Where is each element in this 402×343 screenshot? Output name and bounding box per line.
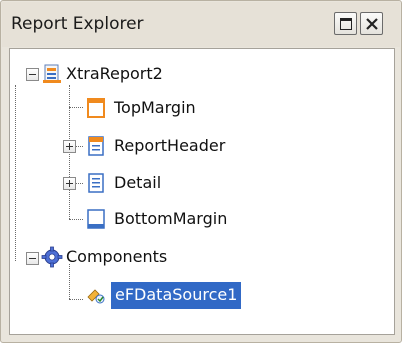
report-explorer-panel: Report Explorer XtraReport2 TopMargin Re…: [0, 0, 402, 343]
tree-node-label-detail[interactable]: Detail: [114, 172, 161, 194]
collapse-toggle-components[interactable]: [26, 252, 39, 265]
tree-connector: [69, 219, 83, 220]
report-tree[interactable]: XtraReport2 TopMargin ReportHeader Detai…: [9, 48, 395, 335]
data-source-icon: [87, 289, 105, 304]
bottom-margin-band-icon: [87, 209, 105, 229]
tree-connector: [69, 299, 83, 300]
tree-node-label-efdatasource1[interactable]: eFDataSource1: [111, 282, 242, 309]
detail-band-icon: [88, 173, 104, 193]
tree-connector: [69, 264, 70, 299]
expand-toggle-reportheader[interactable]: [63, 140, 76, 153]
tree-node-label-topmargin[interactable]: TopMargin: [114, 97, 196, 119]
close-button[interactable]: [360, 12, 383, 35]
expand-toggle-detail[interactable]: [63, 177, 76, 190]
collapse-toggle-root[interactable]: [26, 68, 39, 81]
top-margin-band-icon: [87, 98, 105, 118]
tree-connector: [69, 107, 83, 108]
tree-connector: [15, 85, 16, 261]
panel-title: Report Explorer: [11, 14, 144, 34]
maximize-button[interactable]: [334, 12, 357, 35]
tree-node-label-xtrareport2[interactable]: XtraReport2: [66, 63, 163, 85]
tree-node-label-bottommargin[interactable]: BottomMargin: [114, 208, 227, 230]
maximize-icon: [340, 18, 352, 30]
tree-node-label-components[interactable]: Components: [66, 246, 167, 268]
components-gear-icon: [41, 246, 63, 268]
report-icon: [43, 64, 61, 83]
tree-node-label-reportheader[interactable]: ReportHeader: [114, 135, 225, 157]
close-icon: [366, 18, 378, 30]
report-header-band-icon: [88, 136, 104, 156]
title-bar: Report Explorer: [2, 2, 400, 47]
